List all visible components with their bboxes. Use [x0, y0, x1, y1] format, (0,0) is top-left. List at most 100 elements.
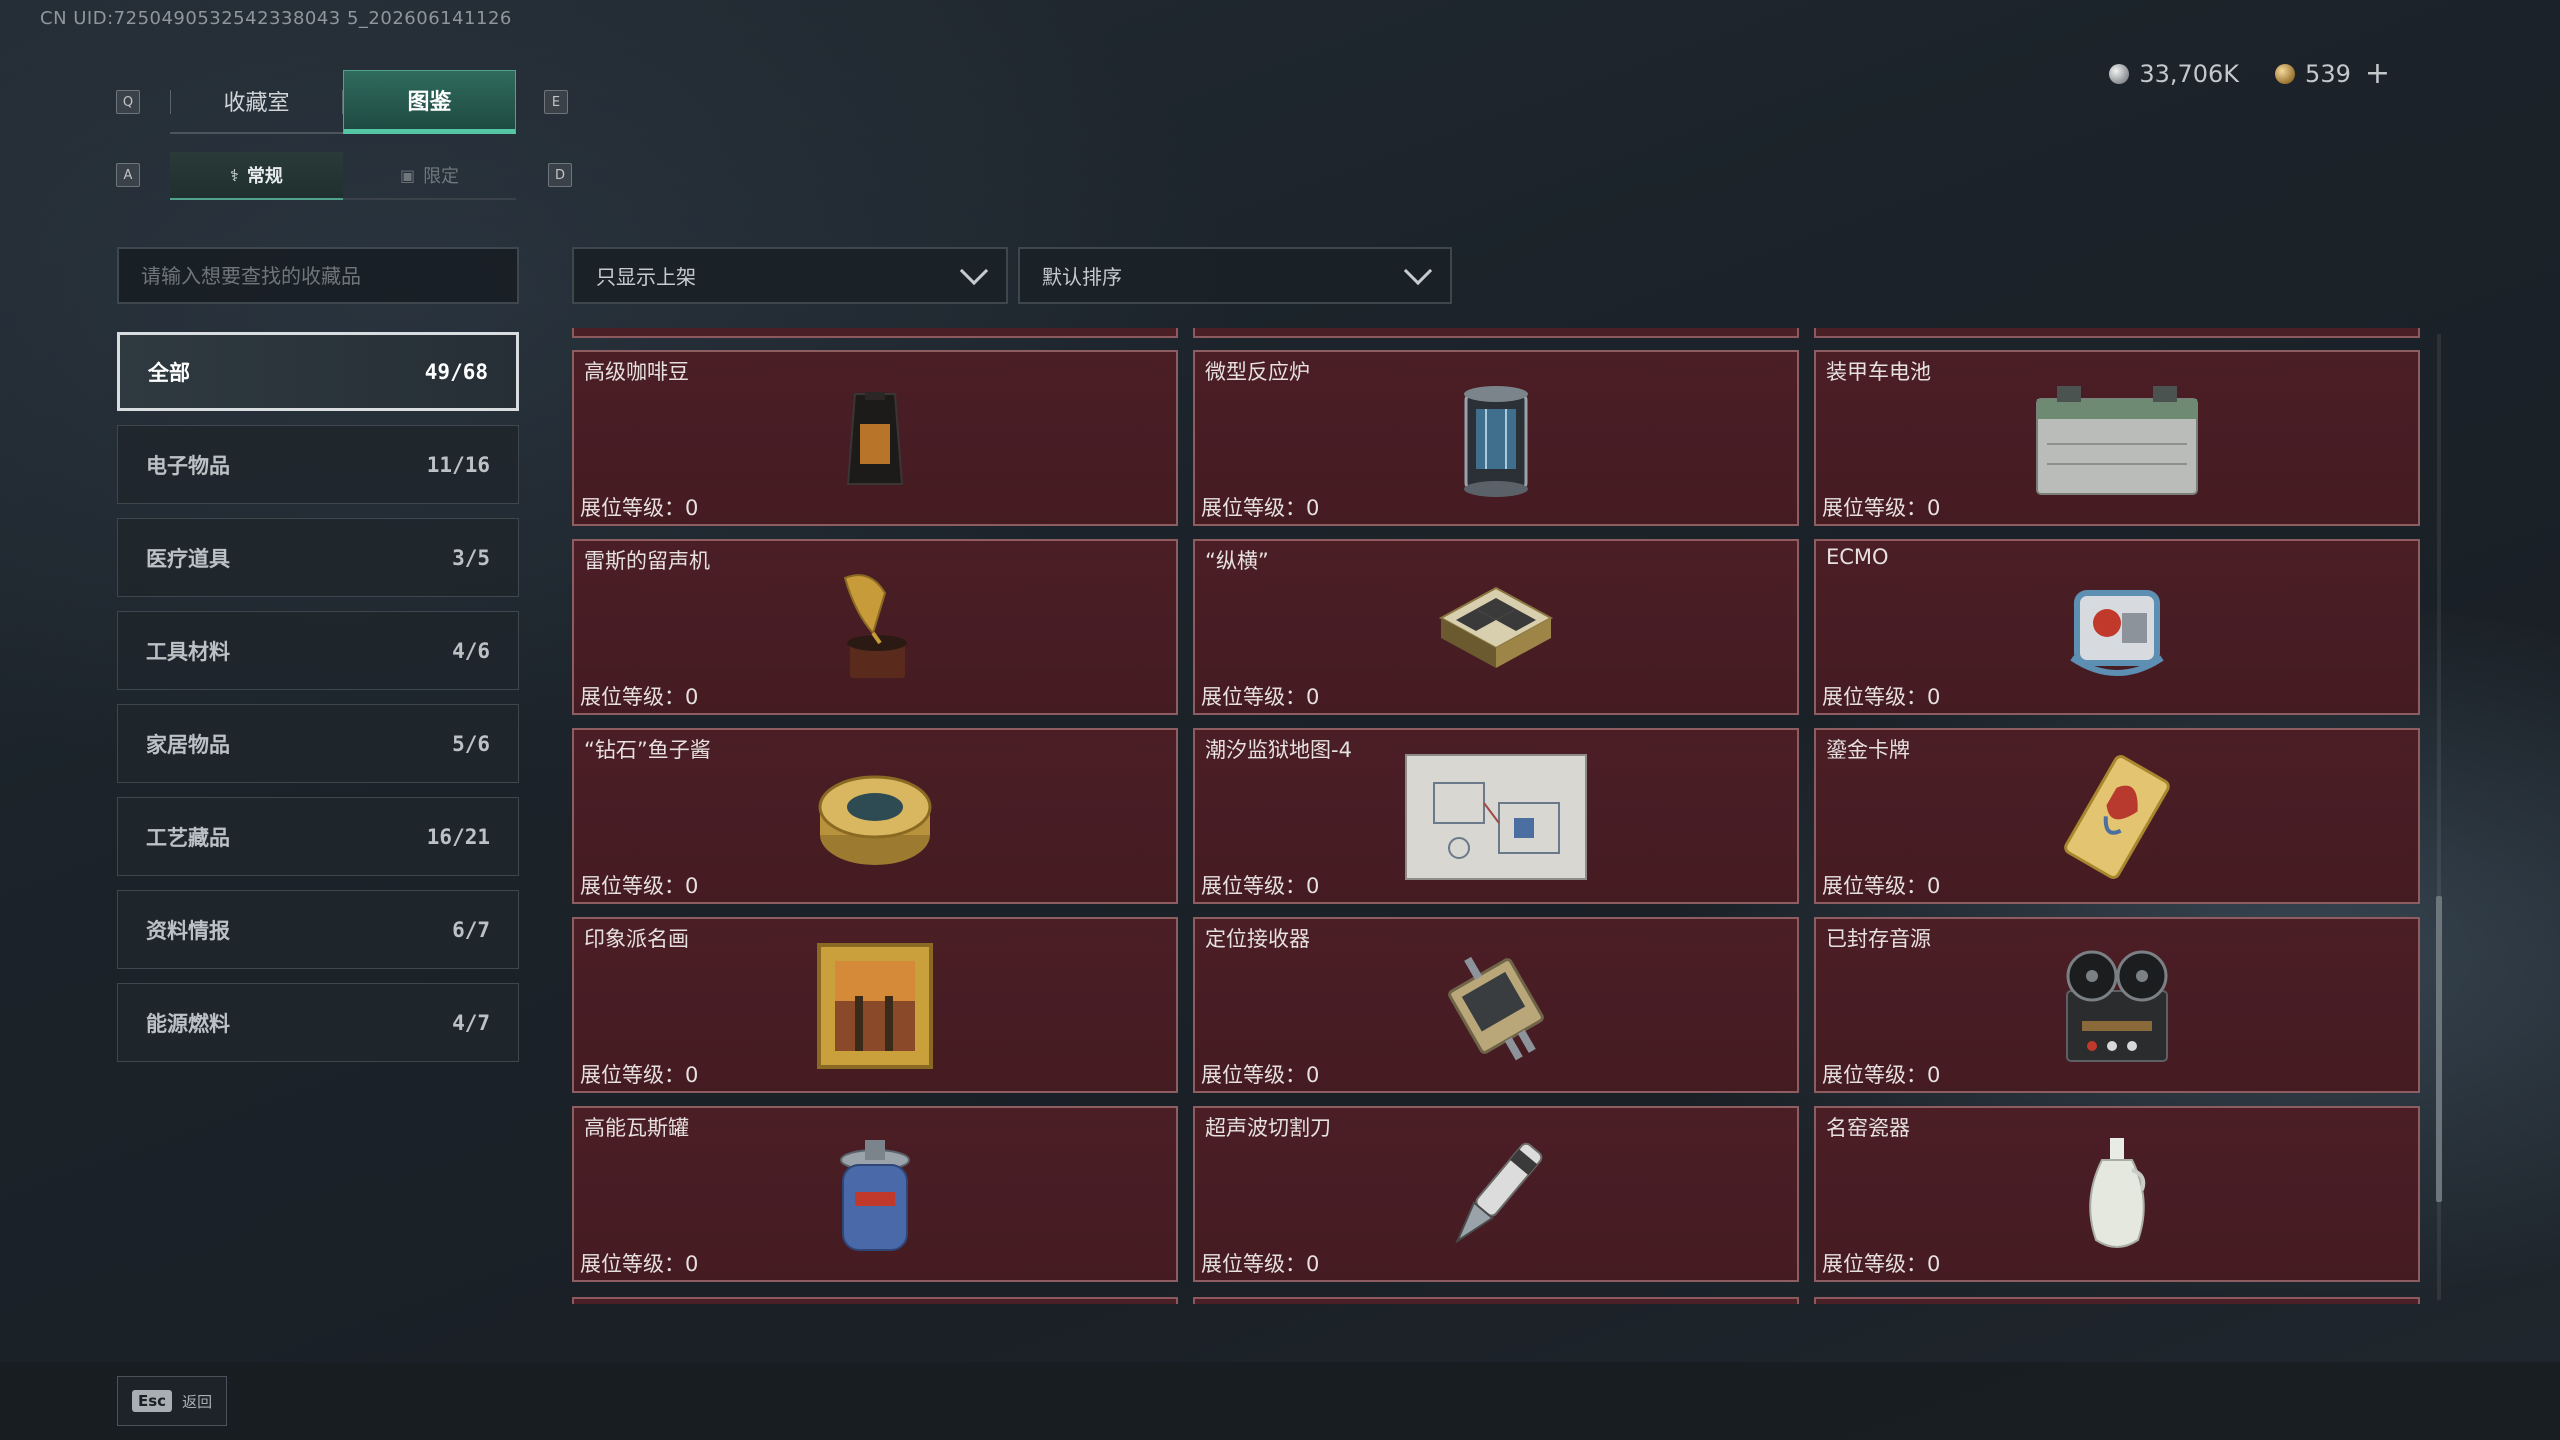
receiver-icon: [1426, 941, 1566, 1071]
tab-collection-room[interactable]: 收藏室: [170, 70, 343, 134]
partial-card: [572, 328, 1178, 338]
footer-bar: [0, 1362, 2560, 1440]
a-key-hint: A: [116, 163, 140, 187]
item-name: 定位接收器: [1205, 927, 1310, 951]
item-name: 鎏金卡牌: [1826, 738, 1910, 762]
item-level: 展位等级：0: [580, 496, 699, 520]
item-card[interactable]: 潮汐监狱地图-4 展位等级：0: [1193, 728, 1799, 904]
gold-currency: 539 +: [2275, 56, 2390, 91]
item-name: ECMO: [1826, 545, 1889, 569]
gold-amount: 539: [2305, 59, 2351, 88]
item-card[interactable]: 装甲车电池 展位等级：0: [1814, 350, 2420, 526]
silver-coin-icon: [2109, 63, 2130, 84]
item-grid: 高级咖啡豆 展位等级：0 微型反应炉 展位等级：0 装甲车电池 展位等级：0 雷…: [572, 350, 2420, 1282]
category-label: 能源燃料: [146, 1011, 230, 1036]
item-card[interactable]: 高级咖啡豆 展位等级：0: [572, 350, 1178, 526]
category-label: 全部: [148, 360, 190, 385]
category-count: 11/16: [426, 452, 490, 477]
item-level: 展位等级：0: [1201, 496, 1320, 520]
item-name: 超声波切割刀: [1205, 1116, 1331, 1140]
partial-card: [572, 1297, 1178, 1304]
item-card[interactable]: 印象派名画 展位等级：0: [572, 917, 1178, 1093]
item-name: 潮汐监狱地图-4: [1205, 738, 1352, 762]
item-level: 展位等级：0: [1822, 496, 1941, 520]
tape-recorder-icon: [2047, 941, 2187, 1071]
item-level: 展位等级：0: [1822, 874, 1941, 898]
category-intel[interactable]: 资料情报 6/7: [117, 890, 519, 969]
e-key-hint: E: [544, 90, 568, 114]
item-level: 展位等级：0: [1201, 874, 1320, 898]
tab-regular[interactable]: ⚕ 常规: [170, 152, 343, 200]
item-card[interactable]: 雷斯的留声机 展位等级：0: [572, 539, 1178, 715]
tab-catalog[interactable]: 图鉴: [343, 70, 516, 134]
sort-dropdown[interactable]: 默认排序: [1018, 247, 1452, 304]
category-count: 4/7: [452, 1010, 490, 1035]
category-all[interactable]: 全部 49/68: [117, 332, 519, 411]
porcelain-vase-icon: [2047, 1130, 2187, 1260]
partial-card: [1814, 1297, 2420, 1304]
category-label: 资料情报: [146, 918, 230, 943]
item-name: 已封存音源: [1826, 927, 1931, 951]
bottle-icon: ⚕: [230, 165, 239, 185]
item-card[interactable]: 鎏金卡牌 展位等级：0: [1814, 728, 2420, 904]
item-card[interactable]: 名窑瓷器 展位等级：0: [1814, 1106, 2420, 1282]
item-name: 名窑瓷器: [1826, 1116, 1910, 1140]
item-card[interactable]: ECMO 展位等级：0: [1814, 539, 2420, 715]
category-electronics[interactable]: 电子物品 11/16: [117, 425, 519, 504]
chevron-down-icon: [959, 256, 989, 285]
item-name: 印象派名画: [584, 927, 689, 951]
item-card[interactable]: “纵横” 展位等级：0: [1193, 539, 1799, 715]
painting-icon: [805, 941, 945, 1071]
filter-dropdown-label: 只显示上架: [596, 265, 696, 289]
category-label: 医疗道具: [146, 546, 230, 571]
reactor-icon: [1426, 374, 1566, 504]
item-card[interactable]: 已封存音源 展位等级：0: [1814, 917, 2420, 1093]
back-button[interactable]: Esc 返回: [117, 1376, 227, 1426]
tab-divider: [342, 90, 343, 114]
partial-card: [1814, 328, 2420, 338]
gold-coin-icon: [2275, 63, 2296, 84]
item-name: 微型反应炉: [1205, 360, 1310, 384]
partial-row-top: [572, 328, 2420, 338]
uid-text: CN UID:7250490532542338043 5_20260614112…: [40, 8, 512, 29]
item-card[interactable]: 定位接收器 展位等级：0: [1193, 917, 1799, 1093]
item-name: 雷斯的留声机: [584, 549, 710, 573]
item-level: 展位等级：0: [580, 874, 699, 898]
category-energy[interactable]: 能源燃料 4/7: [117, 983, 519, 1062]
add-currency-button[interactable]: +: [2365, 56, 2390, 91]
category-count: 5/6: [452, 731, 490, 756]
q-key-hint: Q: [116, 90, 140, 114]
item-level: 展位等级：0: [580, 1063, 699, 1087]
item-level: 展位等级：0: [1822, 685, 1941, 709]
category-medical[interactable]: 医疗道具 3/5: [117, 518, 519, 597]
item-level: 展位等级：0: [580, 685, 699, 709]
category-household[interactable]: 家居物品 5/6: [117, 704, 519, 783]
category-label: 电子物品: [146, 453, 230, 478]
image-icon: ▣: [399, 165, 416, 185]
currency-bar: 33,706K 539 +: [2109, 56, 2390, 91]
tab-limited-label: 限定: [423, 166, 460, 187]
item-card[interactable]: 微型反应炉 展位等级：0: [1193, 350, 1799, 526]
gas-tank-icon: [805, 1130, 945, 1260]
tab-regular-label: 常规: [246, 166, 283, 187]
category-count: 49/68: [424, 359, 488, 384]
sort-dropdown-label: 默认排序: [1042, 265, 1122, 289]
item-name: 高能瓦斯罐: [584, 1116, 689, 1140]
gold-card-icon: [2047, 752, 2187, 882]
category-label: 工艺藏品: [146, 825, 230, 850]
grid-scrollbar-thumb[interactable]: [2436, 896, 2442, 1202]
category-tools[interactable]: 工具材料 4/6: [117, 611, 519, 690]
tab-limited[interactable]: ▣ 限定: [343, 152, 516, 200]
item-card[interactable]: 高能瓦斯罐 展位等级：0: [572, 1106, 1178, 1282]
filter-dropdown[interactable]: 只显示上架: [572, 247, 1008, 304]
category-count: 6/7: [452, 917, 490, 942]
search-input[interactable]: [117, 247, 519, 304]
item-card[interactable]: “钻石”鱼子酱 展位等级：0: [572, 728, 1178, 904]
item-card[interactable]: 超声波切割刀 展位等级：0: [1193, 1106, 1799, 1282]
chevron-down-icon: [1403, 256, 1433, 285]
gramophone-icon: [805, 563, 945, 693]
d-key-hint: D: [548, 163, 572, 187]
item-level: 展位等级：0: [1822, 1252, 1941, 1276]
category-crafts[interactable]: 工艺藏品 16/21: [117, 797, 519, 876]
back-label: 返回: [182, 1392, 213, 1411]
